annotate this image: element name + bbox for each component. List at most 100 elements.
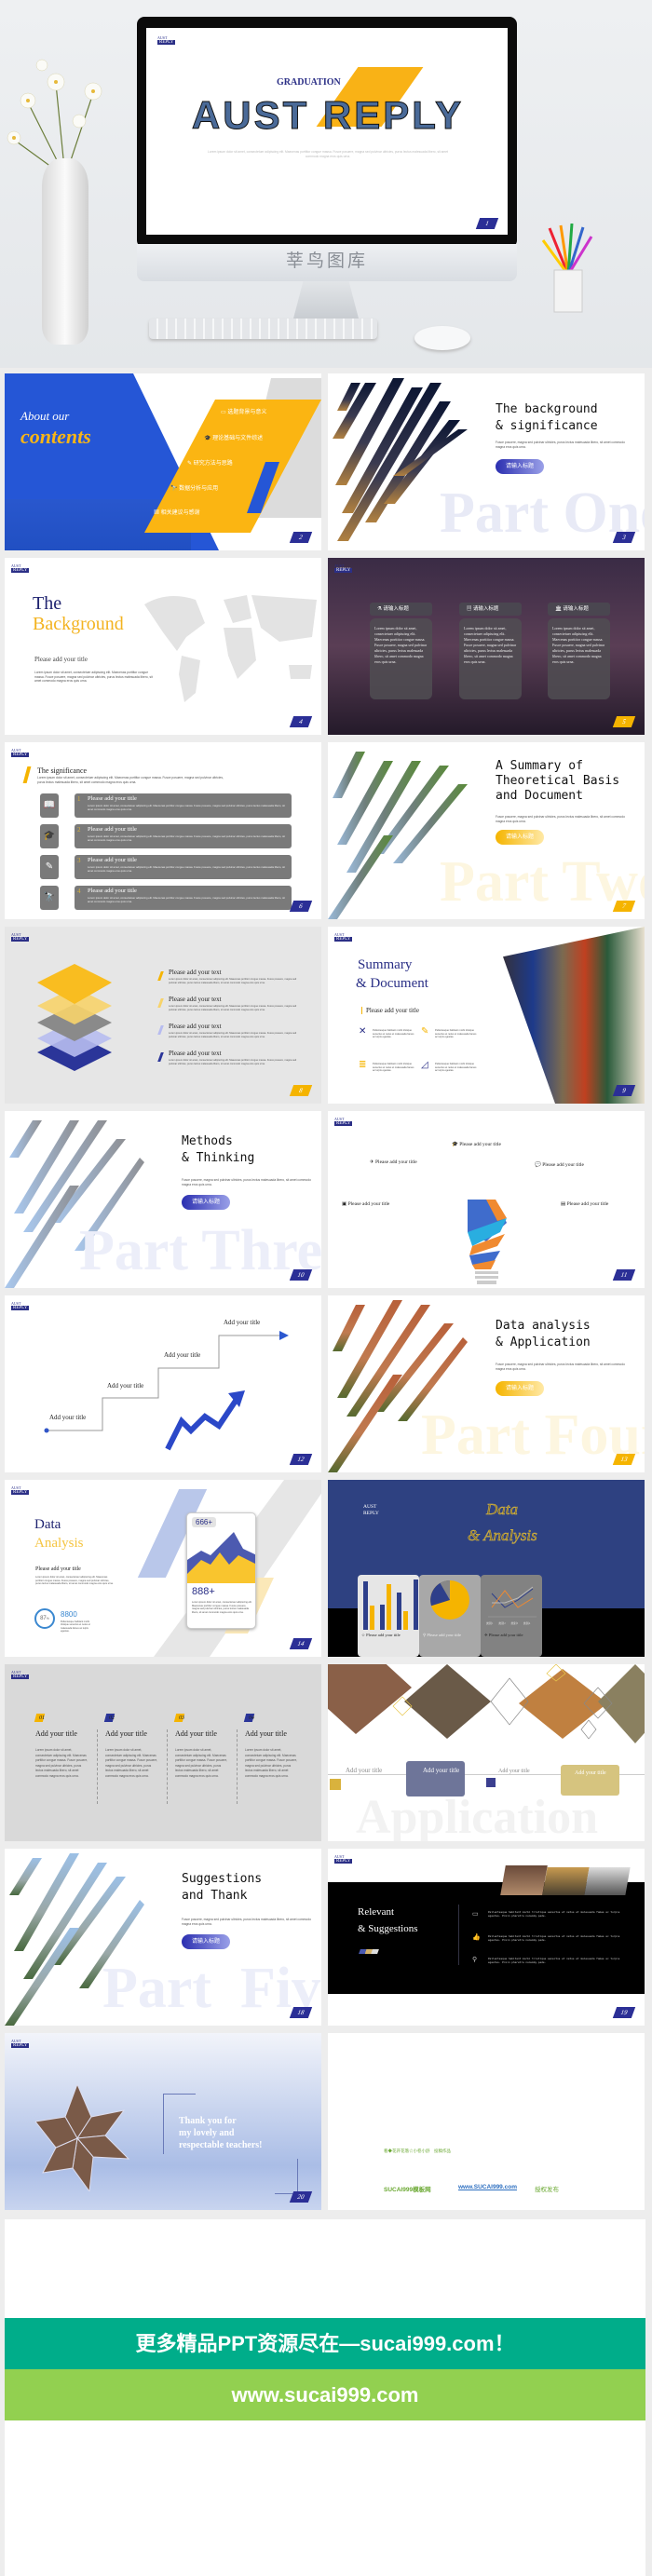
significance-row: 3 Please add your title Lorem ipsum dolo… — [75, 855, 292, 879]
author-credit: 看◆花开花落☆小卷小舒 投稿作品 — [384, 2149, 451, 2153]
column-divider — [237, 1729, 238, 1804]
column-title: Add your title — [245, 1729, 287, 1738]
brand-url-link[interactable]: www.SUCAI999.com — [458, 2184, 517, 2190]
promo-banner[interactable]: 更多精品PPT资源尽在—sucai999.com！ — [5, 2318, 645, 2369]
card-3-header: 🏛 请输入标题 — [548, 603, 610, 616]
card-3-body: Lorem ipsum dolor sit amet, consectetuer… — [548, 618, 610, 699]
accent-bar — [22, 766, 32, 783]
page-number: 6 — [289, 901, 313, 912]
slide-thank-you[interactable]: AUST REPLY Thank you for my lovely and resp… — [5, 2033, 321, 2210]
book-icon: 📖 — [40, 793, 59, 818]
frame-corner — [275, 2159, 298, 2194]
slide-four-columns[interactable]: AUST REPLY 01 Add your title Lorem ipsum … — [5, 1664, 321, 1841]
card-title: ✈ Please add your title — [484, 1633, 523, 1637]
slide-contents[interactable]: About our contents ▭ 选题背景与意义 🎓 理论基础与文件综述… — [5, 373, 321, 550]
slide-application[interactable]: Application Add your title Add your titl… — [328, 1664, 645, 1841]
slide-summary-document[interactable]: AUST REPLY Summary & Document Please add … — [328, 927, 645, 1104]
flower-decoration-icon — [7, 59, 102, 177]
app-item-4-card: Add your title — [561, 1765, 619, 1796]
area-chart — [187, 1532, 255, 1583]
slide-part-three[interactable]: Methods & Thinking Fusce posuere, magna … — [5, 1111, 321, 1288]
gear-icon — [486, 1778, 496, 1787]
contents-item-2[interactable]: 🎓 理论基础与文件综述 — [204, 433, 263, 441]
section-title: The background & significance — [496, 402, 598, 433]
column-number: 03 — [179, 1715, 184, 1721]
layer-item-title: Please add your text — [169, 1023, 222, 1030]
slide-data-charts[interactable]: AUST REPLY Data & Analysis ☆ Please add y… — [328, 1480, 645, 1657]
step-1-title: Add your title — [49, 1414, 87, 1421]
bookshelf-photo — [503, 927, 645, 1104]
page-number: 14 — [289, 1638, 313, 1649]
photo-sailboat — [542, 1867, 590, 1895]
suggestion-1: Pellentesque habitant morbi tristique se… — [488, 1910, 620, 1918]
input-title-button[interactable]: 请输入标题 — [496, 1381, 544, 1396]
title-line-2: Analysis — [34, 1536, 84, 1551]
slide-part-four[interactable]: Data analysis & Application Fusce posuer… — [328, 1295, 645, 1472]
logo: AUST REPLY — [11, 748, 30, 757]
slide-relevant-suggestions[interactable]: AUST REPLY Relevant & Suggestions ▭ Pelle… — [328, 1849, 645, 2026]
chart-categories: 类别1 类别2 类别3 类别4 — [486, 1621, 531, 1625]
slide-three-cards[interactable]: AUST REPLY ⚗ 请输入标题 Lorem ipsum dolor sit … — [328, 558, 645, 735]
slide-part-one[interactable]: The background & significance Fusce posu… — [328, 373, 645, 550]
pie-chart-card: ⚲ Please add your title — [419, 1575, 481, 1657]
contents-title-2: contents — [20, 425, 91, 448]
column-text: Lorem ipsum dolor sit amet, consectetuer… — [35, 1748, 88, 1778]
contents-item-4[interactable]: 🔭 数据分析与应用 — [170, 483, 218, 492]
logo: AUST REPLY — [11, 2039, 30, 2048]
page-number: 1 — [475, 218, 499, 229]
title-line-1: Data — [34, 1517, 61, 1532]
contents-item-3[interactable]: ✎ 研究方法与思路 — [187, 458, 233, 467]
app-item-3-title: Add your title — [498, 1769, 530, 1774]
telescope-icon: 🔭 — [40, 886, 59, 910]
column-number: 01 — [39, 1715, 45, 1721]
title-line-2: & Suggestions — [358, 1923, 418, 1934]
row-text: Lorem ipsum dolor sit amet, consectetuer… — [88, 834, 285, 842]
input-title-button[interactable]: 请输入标题 — [496, 459, 544, 474]
column-title: Add your title — [35, 1729, 77, 1738]
section-title: Methods & Thinking — [182, 1134, 255, 1165]
part-watermark: Part Three — [79, 1219, 321, 1282]
subtitle: Please add your title — [34, 656, 88, 663]
suggestion-3: Pellentesque habitant morbi tristique se… — [488, 1957, 620, 1964]
app-item-1-title: Add your title — [346, 1767, 383, 1774]
suggestion-2: Pellentesque habitant morbi tristique se… — [488, 1934, 620, 1942]
row-title: Please add your title — [88, 795, 137, 802]
row-number: 2 — [77, 826, 81, 834]
lorem-text: Lorem ipsum dolor sit amet, consectetuer… — [34, 671, 153, 683]
column-divider — [167, 1729, 168, 1804]
logo: AUST REPLY — [334, 1117, 353, 1126]
slide-idea-bulb[interactable]: AUST REPLY 🎓 Please add your title ✈ Plea… — [328, 1111, 645, 1288]
column-number: 02 — [109, 1715, 115, 1721]
input-title-button[interactable]: 请输入标题 — [182, 1195, 230, 1210]
slide-data-analysis[interactable]: AUST REPLY 666+ 888+ Lorem ipsum dolor si… — [5, 1480, 321, 1657]
logo: AUST REPLY — [11, 1485, 30, 1495]
logo: AUST REPLY — [363, 1504, 379, 1516]
monitor-brand-watermark: 莘鸟图库 — [137, 244, 517, 281]
promo-url-link[interactable]: www.sucai999.com — [5, 2369, 645, 2420]
slide-part-five[interactable]: Suggestions and Thank Fusce posuere, mag… — [5, 1849, 321, 2026]
slide-staircase[interactable]: AUST REPLY Add your title Add your title … — [5, 1295, 321, 1472]
accent-bar — [157, 1052, 164, 1062]
slide-significance[interactable]: AUST REPLY The significance Lorem ipsum d… — [5, 742, 321, 919]
graduation-cap-icon: 🎓 — [40, 824, 59, 848]
slide-background[interactable]: AUST REPLY The Background Please add your… — [5, 558, 321, 735]
slide-credits[interactable]: 看◆花开花落☆小卷小舒 投稿作品 SUCAI999模板网 www.SUCAI99… — [328, 2033, 645, 2210]
title-line-1: Data — [486, 1500, 519, 1519]
line-chart — [488, 1586, 537, 1618]
step-2-title: Add your title — [107, 1382, 144, 1390]
idea-item-left: ✈ Please add your title — [370, 1159, 417, 1165]
input-title-button[interactable]: 请输入标题 — [182, 1934, 230, 1949]
video-icon: ▭ — [472, 1910, 479, 1918]
layer-item-text: Lorem ipsum dolor sit amet, consectetuer… — [169, 1059, 297, 1065]
column-number: 04 — [249, 1715, 254, 1721]
contents-item-1[interactable]: ▭ 选题背景与意义 — [221, 407, 266, 415]
contents-item-5[interactable]: ▦ 相关建议与感谢 — [154, 508, 200, 516]
layer-item-text: Lorem ipsum dolor sit amet, consectetuer… — [169, 978, 297, 984]
logo: AUST REPLY — [334, 1854, 353, 1864]
page-number: 4 — [289, 716, 313, 727]
monitor: AUST REPLY GRADUATION AUST REPLY Lorem ip… — [137, 17, 517, 248]
input-title-button[interactable]: 请输入标题 — [496, 830, 544, 845]
slide-part-two[interactable]: A Summary of Theoretical Basis and Docum… — [328, 742, 645, 919]
item-text: Pellentesque habitant morbi tristique se… — [373, 1029, 414, 1039]
slide-layers[interactable]: AUST REPLY Please add your text Lorem ips… — [5, 927, 321, 1104]
